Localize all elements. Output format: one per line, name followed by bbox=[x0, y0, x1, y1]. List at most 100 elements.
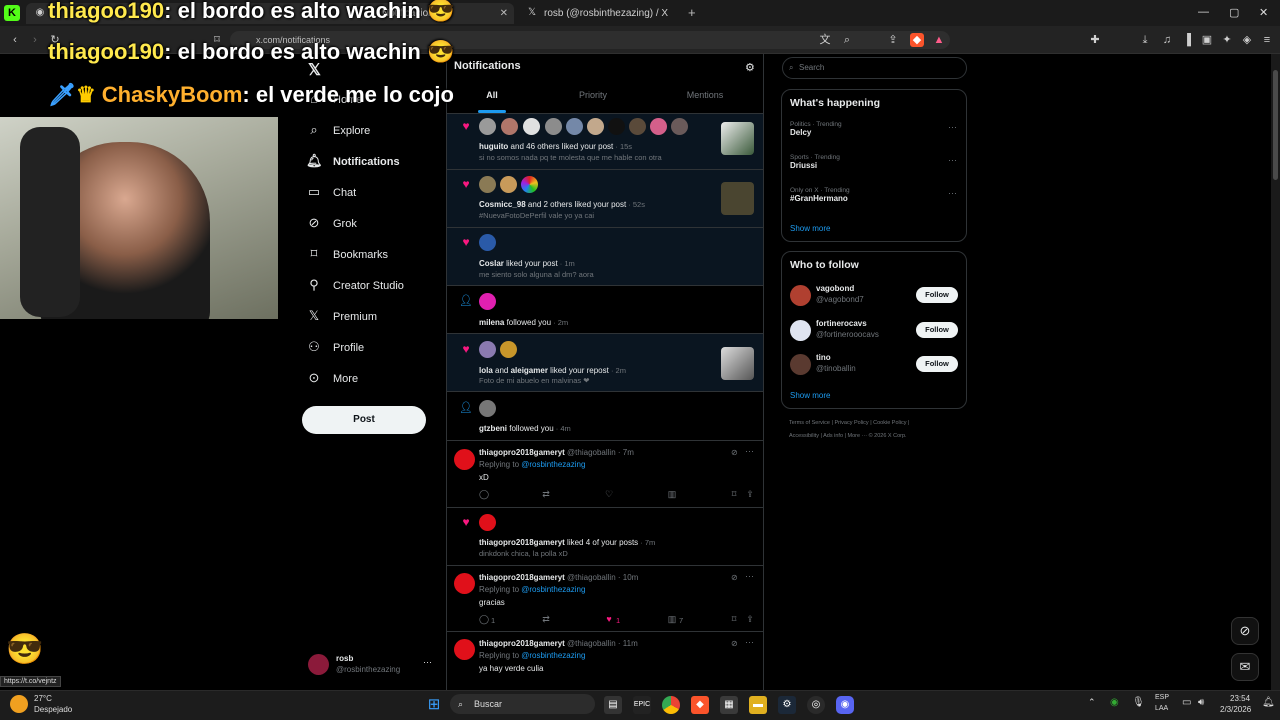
scrollbar-thumb[interactable] bbox=[1273, 70, 1278, 180]
grok-icon[interactable]: ⊘ bbox=[731, 448, 738, 457]
actor-name[interactable]: Coslar bbox=[479, 259, 504, 268]
follow-button[interactable]: Follow bbox=[916, 322, 958, 338]
follow-suggestion[interactable]: fortinerocavs @fortinerooocavs Follow bbox=[790, 319, 960, 343]
sidebar-toggle-icon[interactable]: ▐ bbox=[1180, 33, 1194, 47]
reply-icon[interactable]: ◯ bbox=[477, 614, 491, 625]
views-icon[interactable]: ▥ bbox=[665, 614, 679, 625]
wallet-icon[interactable]: ▣ bbox=[1200, 33, 1214, 47]
tab-all[interactable]: All bbox=[470, 90, 514, 100]
author-name[interactable]: thiagopro2018gameryt bbox=[479, 573, 565, 582]
vpn-icon[interactable]: ◈ bbox=[1240, 33, 1254, 47]
post-thumbnail[interactable] bbox=[721, 182, 754, 215]
post-thumbnail[interactable] bbox=[721, 122, 754, 155]
follow-button[interactable]: Follow bbox=[916, 356, 958, 372]
weather-temp[interactable]: 27°C bbox=[34, 694, 52, 703]
notification-center-icon[interactable]: 🔔︎ bbox=[1262, 697, 1275, 708]
sidebar-item-chat[interactable]: ▭ Chat bbox=[306, 182, 356, 204]
more-dots-icon[interactable]: ··· bbox=[948, 188, 957, 198]
windows-start-icon[interactable]: ⊞ bbox=[425, 696, 443, 714]
follow-suggestion[interactable]: tino @tinoballin Follow bbox=[790, 353, 960, 377]
mic-icon[interactable]: 🎙︎ bbox=[1132, 697, 1145, 708]
brave-icon[interactable]: ◆ bbox=[691, 696, 709, 714]
mention-link[interactable]: @rosbinthezazing bbox=[521, 460, 585, 469]
actor-name[interactable]: lola bbox=[479, 366, 493, 375]
sidebar-item-bookmarks[interactable]: ⌑ Bookmarks bbox=[306, 244, 388, 266]
like-icon[interactable]: ♥ bbox=[602, 614, 616, 624]
like-icon[interactable]: ♡ bbox=[602, 489, 616, 500]
epic-games-icon[interactable]: EPIC bbox=[633, 696, 651, 714]
notification-item[interactable]: 👤︎ gtzbeni followed you · 4m bbox=[447, 392, 763, 441]
vpn-tray-icon[interactable]: ◉ bbox=[1110, 697, 1119, 708]
trend-item[interactable]: Sports · Trending Driussi ··· bbox=[790, 154, 960, 178]
sidebar-item-explore[interactable]: ⌕ Explore bbox=[306, 120, 370, 142]
grok-icon[interactable]: ⊘ bbox=[731, 639, 738, 648]
menu-icon[interactable]: ≡ bbox=[1260, 33, 1274, 47]
tab-priority[interactable]: Priority bbox=[568, 90, 618, 100]
trend-item[interactable]: Only on X · Trending #GranHermano ··· bbox=[790, 187, 960, 211]
share-icon[interactable]: ⇪ bbox=[743, 489, 757, 500]
close-icon[interactable]: ✕ bbox=[500, 3, 508, 24]
tab-mentions[interactable]: Mentions bbox=[680, 90, 730, 100]
download-icon[interactable]: ⤓ bbox=[1138, 33, 1152, 47]
bookmark-icon[interactable]: ⌑ bbox=[727, 614, 741, 625]
post-button[interactable]: Post bbox=[302, 406, 426, 434]
music-icon[interactable]: ♫ bbox=[1160, 33, 1174, 47]
weather-text[interactable]: Despejado bbox=[34, 705, 72, 714]
rewards-icon[interactable]: ▲ bbox=[932, 33, 946, 47]
store-icon[interactable]: ▦ bbox=[720, 696, 738, 714]
show-more-link[interactable]: Show more bbox=[790, 224, 830, 233]
sidebar-item-creator-studio[interactable]: ⚲ Creator Studio bbox=[306, 275, 404, 297]
actor-name[interactable]: milena bbox=[479, 318, 504, 327]
reply-post[interactable]: thiagopro2018gameryt @thiagoballin · 7m … bbox=[447, 441, 763, 508]
chevron-up-icon[interactable]: ⌃ bbox=[1088, 697, 1096, 708]
follow-button[interactable]: Follow bbox=[916, 287, 958, 303]
file-explorer-icon[interactable]: ▬ bbox=[749, 696, 767, 714]
task-view-icon[interactable]: ▤ bbox=[604, 696, 622, 714]
sidebar-item-grok[interactable]: ⊘ Grok bbox=[306, 213, 357, 235]
taskbar-search[interactable]: ⌕ Buscar bbox=[450, 694, 595, 714]
steam-icon[interactable]: ⚙ bbox=[778, 696, 796, 714]
language-secondary[interactable]: LAA bbox=[1155, 705, 1168, 712]
reply-post[interactable]: thiagopro2018gameryt @thiagoballin · 10m… bbox=[447, 566, 763, 632]
notification-item[interactable]: 👤︎ milena followed you · 2m bbox=[447, 286, 763, 334]
actor-name[interactable]: huguito bbox=[479, 142, 508, 151]
trend-item[interactable]: Politics · Trending Delcy ··· bbox=[790, 121, 960, 145]
more-dots-icon[interactable]: ··· bbox=[745, 446, 754, 456]
actor-name[interactable]: aleigamer bbox=[511, 366, 548, 375]
sidebar-item-profile[interactable]: ⚇ Profile bbox=[306, 337, 364, 359]
grok-icon[interactable]: ⊘ bbox=[731, 573, 738, 582]
follow-suggestion[interactable]: vagobond @vagobond7 Follow bbox=[790, 284, 960, 308]
back-icon[interactable]: ‹ bbox=[8, 33, 22, 47]
share-icon[interactable]: ⇪ bbox=[886, 33, 900, 47]
volume-icon[interactable]: 🔊︎ bbox=[1198, 697, 1204, 708]
show-more-link[interactable]: Show more bbox=[790, 391, 830, 400]
network-icon[interactable]: ▭ bbox=[1182, 697, 1191, 708]
reply-icon[interactable]: ◯ bbox=[477, 489, 491, 500]
account-switcher[interactable]: rosb @rosbinthezazing ··· bbox=[306, 652, 436, 678]
notification-item[interactable]: ♥ Cosmicc_98 and 2 others liked your pos… bbox=[447, 170, 763, 228]
actor-name[interactable]: gtzbeni bbox=[479, 424, 507, 433]
notification-item[interactable]: ♥ thiagopro2018gameryt liked 4 of your p… bbox=[447, 508, 763, 566]
reply-post[interactable]: thiagopro2018gameryt @thiagoballin · 11m… bbox=[447, 632, 763, 694]
views-icon[interactable]: ▥ bbox=[665, 489, 679, 500]
actor-name[interactable]: thiagopro2018gameryt bbox=[479, 538, 565, 547]
brave-shield-icon[interactable]: ◆ bbox=[910, 33, 924, 47]
grok-float-button[interactable]: ⊘ bbox=[1231, 617, 1259, 645]
discord-icon[interactable]: ◉ bbox=[836, 696, 854, 714]
share-icon[interactable]: ⇪ bbox=[743, 614, 757, 625]
sidebar-item-more[interactable]: ⊙ More bbox=[306, 368, 359, 390]
zoom-icon[interactable]: ⌕ bbox=[840, 33, 854, 47]
notification-item[interactable]: ♥ huguito and 46 others liked your post … bbox=[447, 114, 763, 170]
author-name[interactable]: thiagopro2018gameryt bbox=[479, 448, 565, 457]
repost-icon[interactable]: ⇄ bbox=[539, 614, 553, 625]
clock-date[interactable]: 2/3/2026 bbox=[1220, 705, 1251, 714]
clock-time[interactable]: 23:54 bbox=[1230, 694, 1250, 703]
notification-item[interactable]: ♥ Coslar liked your post · 1m me siento … bbox=[447, 228, 763, 286]
actor-name[interactable]: Cosmicc_98 bbox=[479, 200, 526, 209]
mention-link[interactable]: @rosbinthezazing bbox=[521, 585, 585, 594]
more-dots-icon[interactable]: ··· bbox=[948, 155, 957, 165]
language-primary[interactable]: ESP bbox=[1155, 694, 1169, 701]
footer-links[interactable]: Accessibility | Ads info | More ··· © 20… bbox=[789, 433, 907, 439]
extensions-icon[interactable]: ✚ bbox=[1088, 33, 1102, 47]
repost-icon[interactable]: ⇄ bbox=[539, 489, 553, 500]
